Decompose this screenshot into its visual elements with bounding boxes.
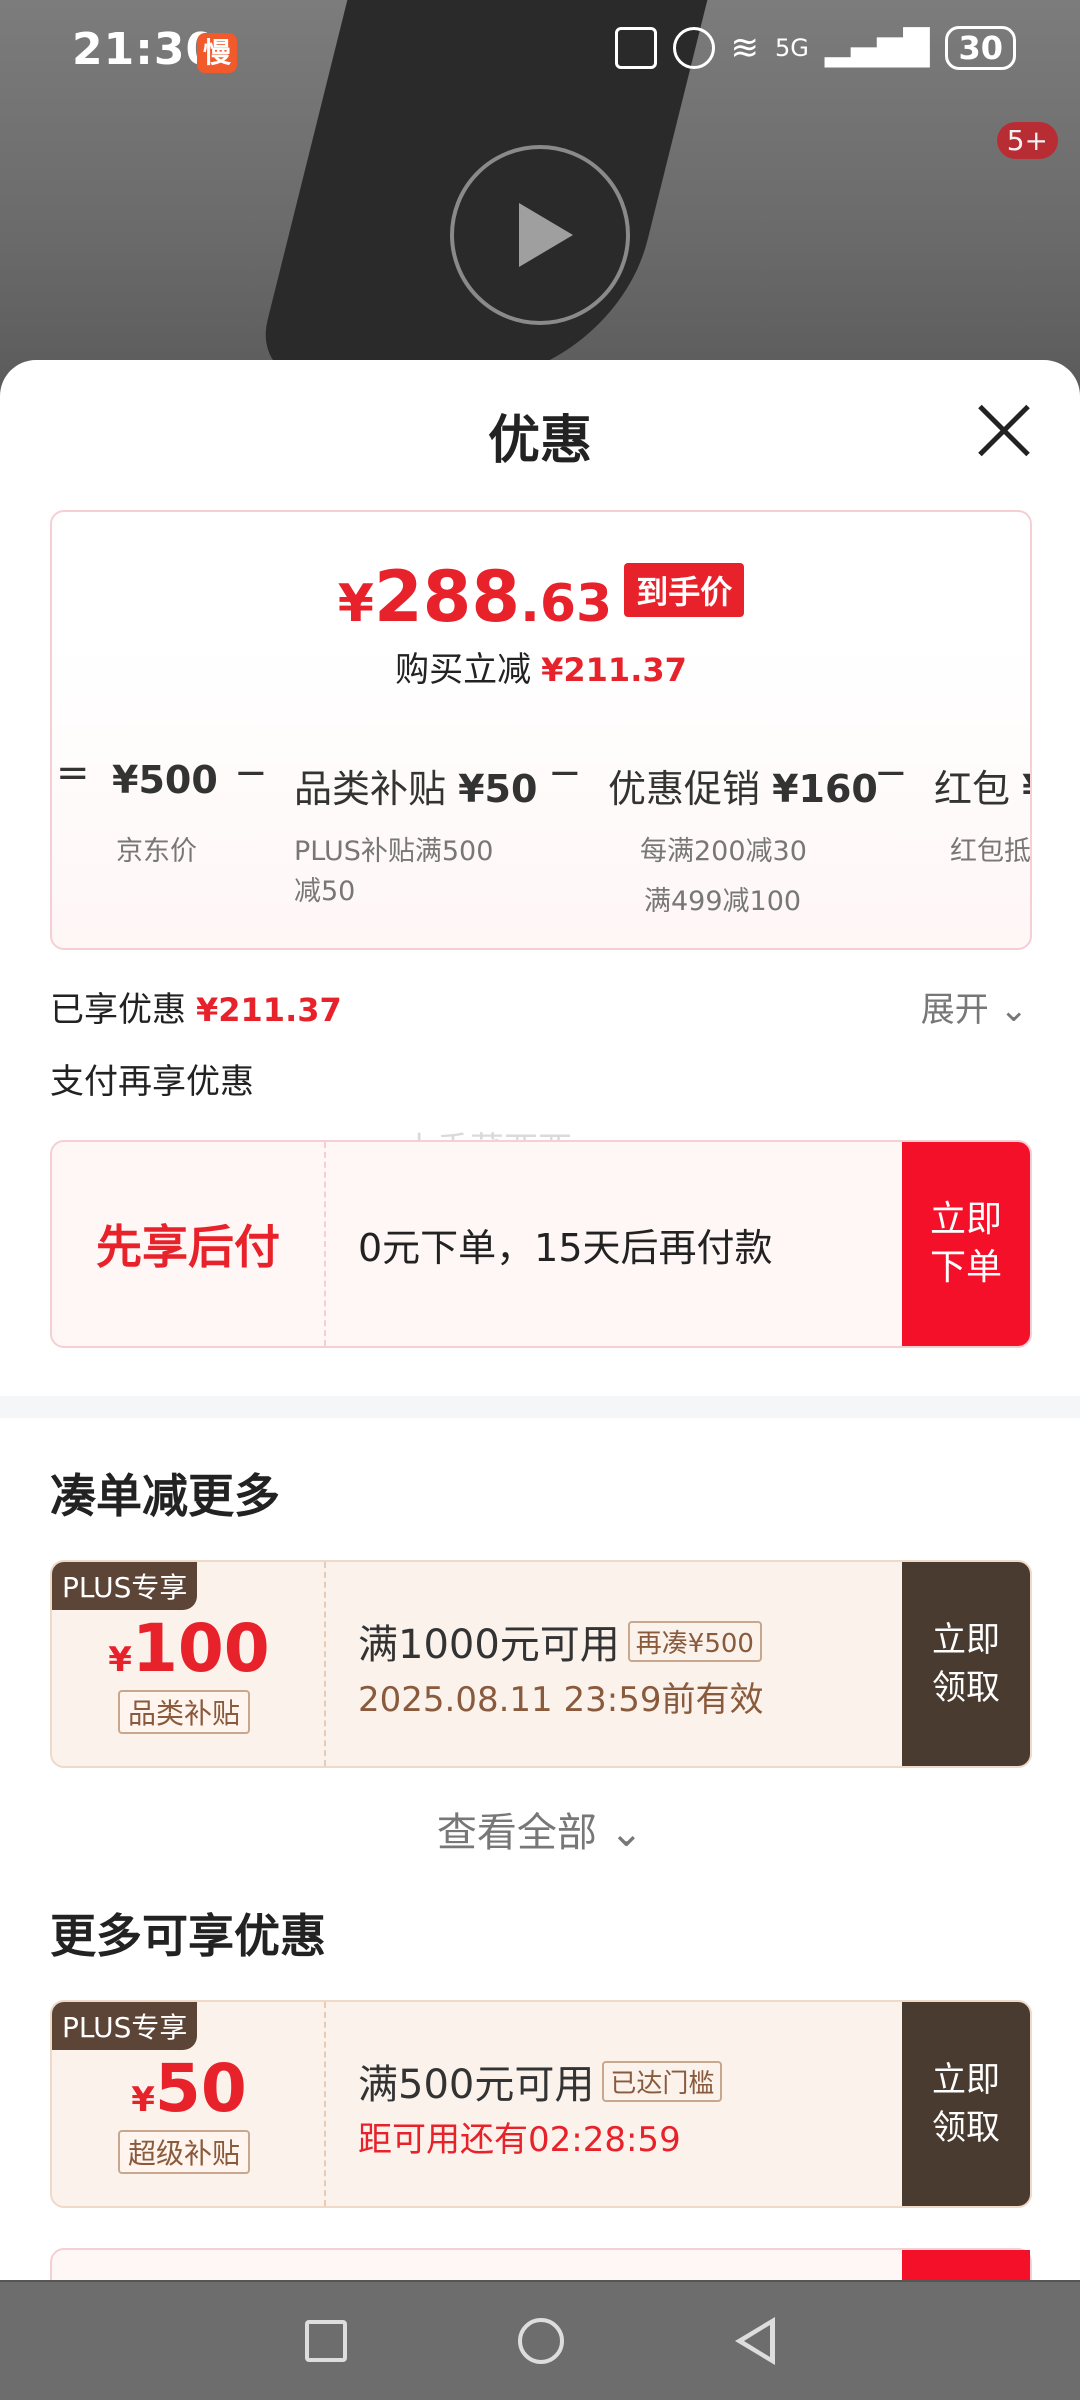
back-icon[interactable] xyxy=(734,2317,775,2365)
breakdown-label: PLUS补贴满500 xyxy=(294,836,494,867)
expand-label: 展开 xyxy=(920,990,989,1030)
breakdown-amount: ¥50 xyxy=(458,767,538,811)
order-now-button[interactable]: 立即 下单 xyxy=(902,1142,1030,1346)
breakdown-label: 满499减100 xyxy=(644,886,802,917)
enjoyed-amount: ¥211.37 xyxy=(196,991,342,1029)
recent-apps-icon[interactable] xyxy=(305,2320,348,2362)
equals-sign: = xyxy=(56,750,90,796)
battery-icon: 30 xyxy=(945,26,1016,70)
coupon-amount: ¥100 xyxy=(52,1610,326,1687)
price-decimal: .63 xyxy=(520,574,613,634)
expand-button[interactable]: 展开 ⌄ xyxy=(921,982,1028,1031)
minus-sign: − xyxy=(548,750,582,796)
coupon-condition-text: 满500元可用 xyxy=(358,2062,595,2108)
coupon-number: 50 xyxy=(154,2050,247,2127)
coupon-tag: 再凑¥500 xyxy=(627,1621,762,1662)
price-breakdown[interactable]: = ¥500 京东价 − 品类补贴 ¥50 PLUS补贴满500 减50 − 优… xyxy=(52,728,1031,948)
price-integer: 288 xyxy=(373,556,521,638)
coupon-condition-text: 满1000元可用 xyxy=(358,1622,620,1668)
coupon-countdown: 距可用还有02:28:59 xyxy=(358,2120,681,2160)
breakdown-label: 京东价 xyxy=(116,836,197,867)
coupon-button-partial[interactable] xyxy=(902,2250,1030,2280)
home-icon[interactable] xyxy=(517,2318,564,2364)
coupon-amount: ¥50 xyxy=(52,2050,326,2127)
pay-more-heading: 支付再享优惠 xyxy=(50,1062,254,1102)
reduce-row: 购买立减 ¥211.37 xyxy=(52,642,1030,691)
status-time: 21:30 xyxy=(72,24,218,75)
coupon-type: 超级补贴 xyxy=(118,2130,251,2174)
final-price: ¥288.63 到手价 xyxy=(52,556,1030,638)
breakdown-label: 每满200减30 xyxy=(640,836,807,867)
section-heading: 凑单减更多 xyxy=(50,1469,280,1523)
enjoyed-label: 已享优惠 xyxy=(50,990,186,1030)
system-nav-bar xyxy=(0,2282,1080,2400)
view-all-label: 查看全部 xyxy=(436,1810,597,1856)
discount-sheet: 优惠 ¥288.63 到手价 购买立减 ¥211.37 = ¥500 京东价 − 品… xyxy=(0,360,1080,2280)
breakdown-name: 优惠促销 xyxy=(608,767,761,811)
breakdown-label: 减50 xyxy=(294,876,356,907)
breakdown-label: 红包抵 xyxy=(950,836,1031,867)
coupon-card[interactable]: PLUS专享 ¥100 品类补贴 满1000元可用 再凑¥500 2025.08.… xyxy=(50,1560,1032,1768)
breakdown-amount: ¥500 xyxy=(112,758,218,802)
coupon-number: 100 xyxy=(131,1610,270,1687)
image-count-badge: 5+ xyxy=(996,122,1058,159)
coupon-card-partial[interactable] xyxy=(50,2248,1032,2280)
claim-coupon-button[interactable]: 立即 领取 xyxy=(902,1562,1030,1766)
plus-badge: PLUS专享 xyxy=(52,2002,198,2050)
status-icons: ≋ 5G ▂▄▆█ 30 xyxy=(614,26,1016,70)
sheet-title: 优惠 xyxy=(487,411,592,471)
reduce-amount: ¥211.37 xyxy=(541,651,687,689)
breakdown-name: 品类补贴 xyxy=(294,767,447,811)
breakdown-item: 优惠促销 ¥160 xyxy=(608,758,878,813)
network-label: 5G xyxy=(775,34,809,62)
play-button[interactable] xyxy=(450,145,630,325)
pay-later-desc: 0元下单，15天后再付款 xyxy=(358,1225,773,1270)
alarm-icon xyxy=(672,27,715,69)
close-icon[interactable] xyxy=(976,402,1032,458)
reduce-label: 购买立减 xyxy=(395,650,532,690)
slow-badge: 慢 xyxy=(197,33,237,73)
coupon-value-area: PLUS专享 ¥50 超级补贴 xyxy=(52,2002,326,2206)
coupon-validity: 2025.08.11 23:59前有效 xyxy=(358,1680,764,1720)
claim-coupon-button[interactable]: 立即 领取 xyxy=(902,2002,1030,2206)
section-divider xyxy=(0,1396,1080,1418)
section-heading: 更多可享优惠 xyxy=(50,1909,326,1963)
pay-later-title: 先享后付 xyxy=(52,1142,326,1346)
view-all-button[interactable]: 查看全部 ⌄ xyxy=(0,1800,1080,1858)
coupon-condition: 满1000元可用 再凑¥500 xyxy=(358,1612,762,1670)
breakdown-item: ¥500 xyxy=(112,758,218,802)
coupon-value-area: PLUS专享 ¥100 品类补贴 xyxy=(52,1562,326,1766)
breakdown-amount: ¥ xyxy=(1022,767,1030,811)
coupon-yen: ¥ xyxy=(131,2080,155,2120)
coupon-card[interactable]: PLUS专享 ¥50 超级补贴 满500元可用 已达门槛 距可用还有02:28:5… xyxy=(50,2000,1032,2208)
plus-badge: PLUS专享 xyxy=(52,1562,198,1610)
price-summary-card: ¥288.63 到手价 购买立减 ¥211.37 = ¥500 京东价 − 品类补贴… xyxy=(50,510,1032,950)
breakdown-name: 红包 xyxy=(934,767,1011,811)
coupon-yen: ¥ xyxy=(108,1640,132,1680)
chevron-down-icon: ⌄ xyxy=(988,990,1029,1030)
chevron-down-icon: ⌄ xyxy=(596,1810,644,1856)
breakdown-item: 品类补贴 ¥50 xyxy=(294,758,537,813)
breakdown-item: 红包 ¥ xyxy=(934,758,1030,813)
nfc-icon xyxy=(614,27,657,69)
minus-sign: − xyxy=(874,750,908,796)
breakdown-amount: ¥160 xyxy=(772,767,878,811)
coupon-tag: 已达门槛 xyxy=(602,2061,723,2102)
price-yen: ¥ xyxy=(337,574,374,634)
final-price-tag: 到手价 xyxy=(624,563,745,617)
coupon-type: 品类补贴 xyxy=(118,1690,251,1734)
signal-icon: ▂▄▆█ xyxy=(824,28,930,68)
pay-later-card[interactable]: 先享后付 0元下单，15天后再付款 立即 下单 xyxy=(50,1140,1032,1348)
coupon-condition: 满500元可用 已达门槛 xyxy=(358,2052,723,2110)
play-icon xyxy=(519,203,573,267)
status-bar: 21:30 慢 ≋ 5G ▂▄▆█ 30 xyxy=(0,0,1080,100)
minus-sign: − xyxy=(234,750,268,796)
wifi-icon: ≋ xyxy=(730,28,760,68)
enjoyed-discount-row: 已享优惠 ¥211.37 xyxy=(50,982,342,1031)
